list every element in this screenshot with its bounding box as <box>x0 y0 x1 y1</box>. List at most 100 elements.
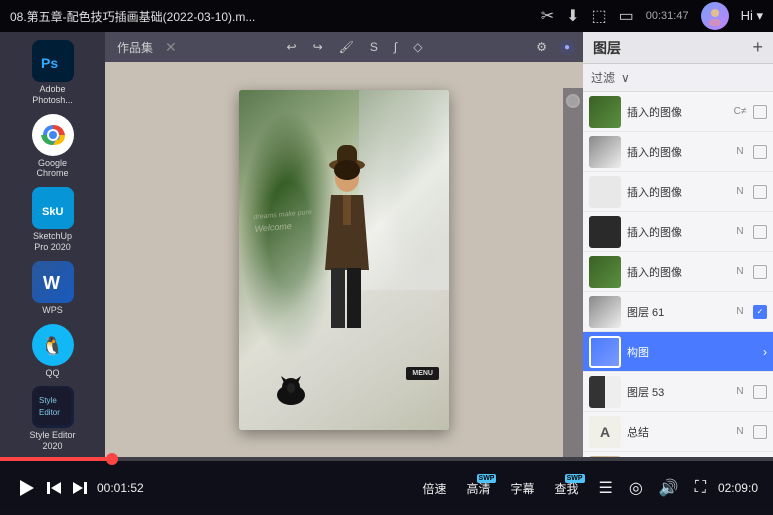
desktop-icon-qq[interactable]: 🐧 QQ <box>8 321 98 382</box>
layer-visibility-check[interactable] <box>753 385 767 399</box>
desktop-icon-wd[interactable]: W WPS <box>8 258 98 319</box>
bottom-buttons: 倍速 高清 SWP 字幕 查我 SWP <box>414 476 586 501</box>
desktop-icon-style[interactable]: Style Editor Style Editor2020 <box>8 383 98 455</box>
desktop-icon-label4: WPS <box>42 305 63 316</box>
filter-label: 过滤 <box>591 69 615 86</box>
canvas-main[interactable]: dreams make pure Welcome MENU <box>105 62 583 457</box>
focus-btn[interactable]: ◎ <box>625 478 647 498</box>
player-bar: 00:01:52 倍速 高清 SWP 字幕 查我 SWP ☰ ◎ 🔊 <box>0 457 773 515</box>
desktop-icon-label2: GoogleChrome <box>36 158 68 180</box>
hd-btn[interactable]: 高清 SWP <box>458 476 498 501</box>
layer-name: 插入的图像 <box>627 264 727 280</box>
layer-visibility-check[interactable] <box>753 265 767 279</box>
layer-thumbnail <box>589 216 621 248</box>
canvas-top-bar: 作品集 ✕ ↩ ↪ 🖌 S ∫ ◇ ⚙ ● <box>105 32 583 62</box>
speed-btn[interactable]: 倍速 <box>414 476 454 501</box>
swp-badge-hd: SWP <box>477 474 497 483</box>
layer-thumbnail <box>589 176 621 208</box>
layers-list: 插入的图像C≠插入的图像N插入的图像N插入的图像N插入的图像N图层 61N✓构图… <box>583 92 773 457</box>
slider-handle[interactable] <box>566 94 580 108</box>
layer-name: 插入的图像 <box>627 184 727 200</box>
elapsed-time: 00:31:47 <box>646 10 689 22</box>
layer-mode: N <box>733 426 747 437</box>
layer-item[interactable]: 图层 53N <box>583 372 773 412</box>
swp-badge-find: SWP <box>565 474 585 483</box>
layer-name: 插入的图像 <box>627 144 727 160</box>
layer-thumbnail: A <box>589 416 621 448</box>
desktop-icon-nuage[interactable]: Ps AdobePhotosh... <box>8 37 98 109</box>
layer-visibility-check[interactable] <box>753 185 767 199</box>
subtitle-btn[interactable]: 字幕 <box>502 476 542 501</box>
filter-expand-icon[interactable]: ∨ <box>621 71 630 85</box>
layer-item[interactable]: 插入的图像 N <box>583 172 773 212</box>
layer-item[interactable]: A 总结 N <box>583 412 773 452</box>
layer-item[interactable]: 插入的图像C≠ <box>583 92 773 132</box>
video-content: Ps AdobePhotosh... <box>0 32 773 457</box>
adjustments-btn[interactable]: ⚙ <box>532 38 551 56</box>
time-elapsed: 00:01:52 <box>97 481 144 495</box>
time-total: 02:09:0 <box>718 481 758 495</box>
layer-thumbnail <box>589 96 621 128</box>
filter-row: 过滤 ∨ <box>583 64 773 92</box>
progress-filled <box>0 457 112 461</box>
layer-item[interactable]: 插入的图像N <box>583 212 773 252</box>
layer-item[interactable]: 插入的图像N <box>583 132 773 172</box>
desktop-icon-label: AdobePhotosh... <box>32 84 73 106</box>
svg-text:SkU: SkU <box>42 206 63 218</box>
progress-bar[interactable] <box>0 457 773 461</box>
top-bar: 08.第五章-配色技巧插画基础(2022-03-10).m... ✂ ⬇ ⬚ ▭… <box>0 0 773 32</box>
desktop-icon-chrome[interactable]: GoogleChrome <box>8 111 98 183</box>
find-btn[interactable]: 查我 SWP <box>547 476 587 501</box>
action-tool-btn[interactable]: ◇ <box>409 38 426 56</box>
layer-mode: N <box>733 386 747 397</box>
download-icon[interactable]: ⬇ <box>566 6 579 26</box>
layer-mode: N <box>733 266 747 277</box>
layer-visibility-check[interactable] <box>753 105 767 119</box>
canvas-redo-btn[interactable]: ↪ <box>309 38 327 56</box>
layer-mode: N <box>733 306 747 317</box>
desktop-icon-label3: SketchUpPro 2020 <box>33 231 72 253</box>
fullscreen-btn[interactable]: ⛶ <box>691 479 710 497</box>
svg-text:W: W <box>43 273 60 293</box>
layer-name: 插入的图像 <box>627 224 727 240</box>
window-icon[interactable]: ▭ <box>619 6 634 26</box>
play-button[interactable] <box>15 477 37 499</box>
layer-expand-icon[interactable]: › <box>763 345 767 359</box>
back-to-gallery-btn[interactable]: 作品集 <box>113 37 157 58</box>
volume-btn[interactable]: 🔊 <box>655 478 683 498</box>
hi-button[interactable]: Hi ▾ <box>741 8 763 24</box>
layer-thumbnail <box>589 136 621 168</box>
layer-name: 总结 <box>627 424 727 440</box>
scissors-icon[interactable]: ✂ <box>541 6 554 26</box>
layer-item[interactable]: 插入的图像 N <box>583 252 773 292</box>
svg-text:Editor: Editor <box>39 408 60 417</box>
layer-visibility-check[interactable]: ✓ <box>753 305 767 319</box>
canvas-actions-btn[interactable]: ↩ <box>283 38 301 56</box>
playlist-btn[interactable]: ☰ <box>595 478 617 498</box>
canvas-opacity-slider[interactable] <box>563 88 583 457</box>
video-title: 08.第五章-配色技巧插画基础(2022-03-10).m... <box>10 8 541 25</box>
avatar[interactable] <box>701 2 729 30</box>
prev-button[interactable] <box>45 479 63 497</box>
brush-tool-btn[interactable]: 🖌 <box>335 38 358 56</box>
layer-visibility-check[interactable] <box>753 225 767 239</box>
layer-visibility-check[interactable] <box>753 145 767 159</box>
layer-item[interactable]: 构图 › <box>583 332 773 372</box>
progress-thumb[interactable] <box>106 453 118 465</box>
layer-mode: N <box>733 186 747 197</box>
erase-tool-btn[interactable]: ∫ <box>390 38 401 56</box>
layer-name: 构图 <box>627 344 757 360</box>
svg-text:Style: Style <box>39 396 57 405</box>
layers-add-btn[interactable]: + <box>752 37 763 58</box>
next-button[interactable] <box>71 479 89 497</box>
artwork: dreams make pure Welcome MENU <box>239 90 449 430</box>
layer-visibility-check[interactable] <box>753 425 767 439</box>
smudge-tool-btn[interactable]: S <box>366 38 382 56</box>
desktop-icon-label5: QQ <box>45 368 59 379</box>
color-btn[interactable]: ● <box>559 40 575 55</box>
screenshot-icon[interactable]: ⬚ <box>592 6 607 26</box>
svg-text:🐧: 🐧 <box>41 335 63 356</box>
desktop-icon-su[interactable]: SkU SketchUpPro 2020 <box>8 184 98 256</box>
layer-item[interactable]: 图层 61N✓ <box>583 292 773 332</box>
screen-content: Ps AdobePhotosh... <box>0 32 773 457</box>
